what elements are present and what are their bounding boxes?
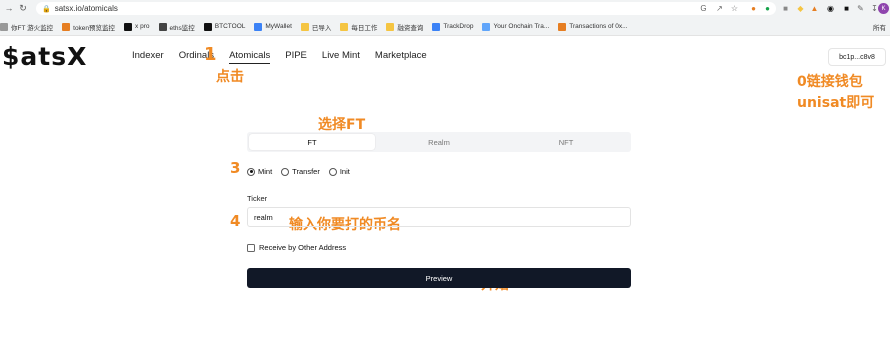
url-text: satsx.io/atomicals — [54, 4, 118, 13]
google-icon[interactable]: G — [698, 3, 709, 14]
bookmark-icon — [558, 22, 567, 31]
tab-ft[interactable]: FT — [249, 134, 375, 150]
annotation-click: 点击 — [216, 69, 244, 85]
nav-marketplace[interactable]: Marketplace — [375, 50, 427, 64]
annotation-wallet-2: unisat即可 — [797, 95, 875, 111]
bookmark-item[interactable]: TrackDrop — [432, 22, 474, 31]
bookmark-label: Transactions of 0x... — [569, 23, 628, 30]
radio-mint-label: Mint — [258, 167, 273, 176]
radio-init[interactable]: Init — [328, 167, 350, 176]
satsx-logo[interactable]: $atsX — [2, 42, 87, 71]
extension-icon[interactable]: ■ — [841, 3, 852, 14]
bookmark-item[interactable]: MyWallet — [254, 22, 292, 31]
bookmark-label: token预览监控 — [73, 24, 116, 32]
radio-transfer[interactable]: Transfer — [281, 167, 320, 176]
nav-indexer[interactable]: Indexer — [132, 50, 164, 64]
extension-icon[interactable]: ● — [762, 3, 773, 14]
bookmark-item[interactable]: eths监控 — [158, 22, 195, 32]
ticker-input[interactable]: realm — [247, 207, 631, 227]
forward-icon[interactable]: → — [2, 3, 16, 13]
bookmark-label: BTCTOOL — [214, 23, 246, 30]
bookmark-label: TrackDrop — [443, 23, 474, 30]
bookmark-label: 已导入 — [311, 24, 332, 32]
bookmark-label: 每日工作 — [351, 24, 378, 32]
lock-icon: 🔒 — [42, 5, 51, 13]
radio-init-label: Init — [339, 167, 350, 176]
bookmark-label: eths监控 — [169, 24, 195, 32]
receive-other-address[interactable]: Receive by Other Address — [247, 243, 346, 252]
share-icon[interactable]: ↗ — [714, 3, 725, 14]
bookmark-label: 你FT 游火监控 — [11, 24, 54, 32]
bookmark-icon — [300, 22, 309, 31]
bookmark-label: x pro — [135, 23, 150, 30]
bookmark-item[interactable]: x pro — [124, 22, 150, 31]
radio-transfer-label: Transfer — [292, 167, 320, 176]
tab-nft[interactable]: NFT — [503, 134, 629, 150]
bookmark-icon — [254, 22, 263, 31]
bookmark-label: MyWallet — [265, 23, 292, 30]
address-bar-row: → ↻ 🔒 satsx.io/atomicals G ↗ ☆ ● ● ■ ◆ ▲… — [0, 0, 890, 17]
bookmark-item[interactable]: 融资查询 — [386, 22, 423, 32]
site-header: $atsX Indexer Ordinals Atomicals PIPE Li… — [0, 36, 890, 78]
profile-avatar[interactable]: K — [878, 3, 889, 14]
type-tabs: FT Realm NFT — [247, 132, 631, 152]
extension-icon[interactable]: ● — [748, 3, 759, 14]
extension-icon[interactable]: ◉ — [825, 3, 836, 14]
preview-button[interactable]: Preview — [247, 268, 631, 288]
bookmark-item[interactable]: Transactions of 0x... — [558, 22, 628, 31]
tab-realm[interactable]: Realm — [377, 134, 501, 150]
bookmark-icon — [340, 22, 349, 31]
extension-icon[interactable]: ◆ — [795, 3, 806, 14]
all-bookmarks[interactable]: 所有 — [873, 22, 886, 32]
bookmarks-bar: 你FT 游火监控 token预览监控 x pro eths监控 BTCTOOL MyWal… — [0, 19, 890, 34]
bookmark-icon — [62, 22, 71, 31]
bookmark-label: Your Onchain Tra... — [493, 23, 550, 30]
bookmark-icon — [0, 22, 8, 31]
reload-icon[interactable]: ↻ — [16, 3, 30, 14]
bookmark-item[interactable]: Your Onchain Tra... — [482, 22, 550, 31]
bookmark-icon — [386, 22, 395, 31]
bookmark-icon — [482, 22, 491, 31]
radio-mint[interactable]: Mint — [247, 167, 272, 176]
bookmark-item[interactable]: 你FT 游火监控 — [0, 22, 53, 32]
nav-pipe[interactable]: PIPE — [285, 50, 307, 64]
puzzle-icon[interactable]: ✎ — [855, 3, 866, 14]
bookmark-icon — [203, 22, 212, 31]
annotation-wallet-1: 0链接钱包 — [797, 74, 863, 90]
receive-other-address-label: Receive by Other Address — [259, 243, 347, 252]
bookmark-item[interactable]: BTCTOOL — [203, 22, 246, 31]
radio-icon — [328, 167, 337, 176]
ticker-label: Ticker — [247, 194, 268, 203]
bookmark-item[interactable]: 每日工作 — [340, 22, 377, 32]
bookmark-item[interactable]: 已导入 — [300, 22, 332, 32]
main-nav: Indexer Ordinals Atomicals PIPE Live Min… — [132, 50, 442, 64]
bookmark-icon — [158, 22, 167, 31]
radio-icon — [281, 167, 290, 176]
metamask-icon[interactable]: ▲ — [809, 3, 820, 14]
address-bar[interactable]: 🔒 satsx.io/atomicals — [36, 2, 776, 15]
radio-selected-icon — [247, 167, 255, 176]
mode-radio-group: Mint Transfer Init — [247, 167, 359, 176]
annotation-step-3: 3 — [230, 159, 241, 177]
annotation-step-1: 1 — [204, 44, 217, 65]
extension-icon[interactable]: ■ — [780, 3, 791, 14]
bookmark-icon — [432, 22, 441, 31]
bookmark-icon — [124, 22, 133, 31]
wallet-button[interactable]: bc1p...c8v8 — [828, 48, 886, 66]
nav-live-mint[interactable]: Live Mint — [322, 50, 360, 64]
annotation-step-4: 4 — [230, 212, 241, 230]
browser-chrome: → ↻ 🔒 satsx.io/atomicals G ↗ ☆ ● ● ■ ◆ ▲… — [0, 0, 890, 36]
checkbox-icon[interactable] — [247, 243, 255, 252]
bookmark-label: 融资查询 — [397, 24, 424, 32]
star-icon[interactable]: ☆ — [729, 3, 740, 14]
nav-atomicals[interactable]: Atomicals — [229, 50, 271, 64]
bookmark-item[interactable]: token预览监控 — [62, 22, 115, 32]
annotation-select-ft: 选择FT — [318, 117, 366, 133]
